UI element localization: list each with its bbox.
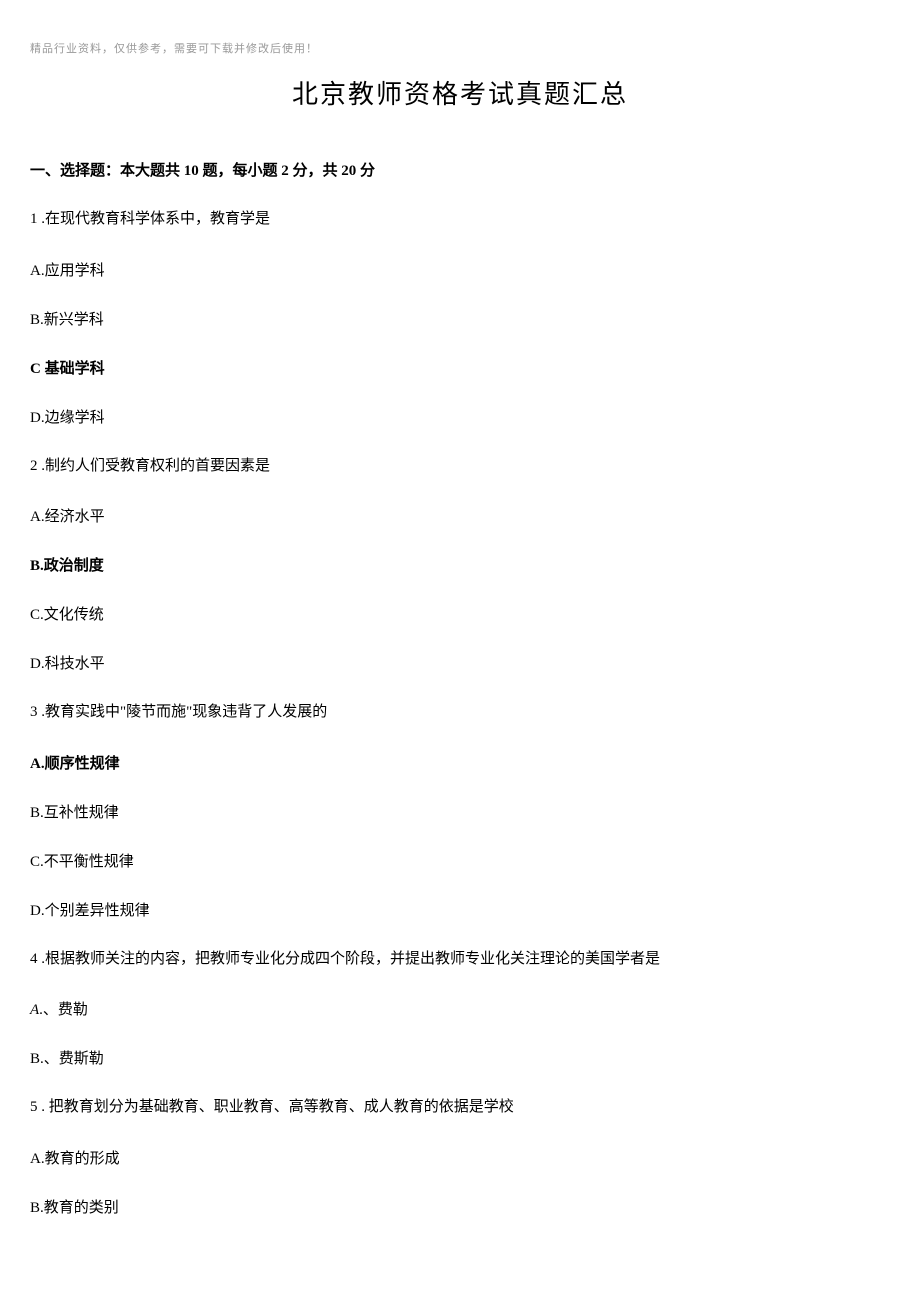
question-3-text: 3 .教育实践中"陵节而施"现象违背了人发展的 — [30, 701, 890, 724]
header-note: 精品行业资料，仅供参考，需要可下载并修改后使用！ — [30, 40, 890, 56]
question-4-option-a: A.、费勒 — [30, 998, 890, 1019]
question-3-option-b: B.互补性规律 — [30, 801, 890, 822]
question-1-text: 1 .在现代教育科学体系中，教育学是 — [30, 208, 890, 231]
question-1-option-a: A.应用学科 — [30, 259, 890, 280]
section-heading: 一、选择题：本大题共 10 题，每小题 2 分，共 20 分 — [30, 159, 890, 180]
question-4-option-a-suffix: .、费勒 — [39, 1002, 88, 1018]
question-5-option-b: B.教育的类别 — [30, 1196, 890, 1217]
question-4-option-a-prefix: A — [30, 1002, 39, 1018]
question-1-option-c: C 基础学科 — [30, 357, 890, 378]
question-3-option-d: D.个别差异性规律 — [30, 899, 890, 920]
page-title: 北京教师资格考试真题汇总 — [30, 74, 890, 111]
question-2-option-d: D.科技水平 — [30, 652, 890, 673]
question-1-option-d: D.边缘学科 — [30, 406, 890, 427]
question-2-option-b: B.政治制度 — [30, 554, 890, 575]
question-2-option-a: A.经济水平 — [30, 505, 890, 526]
question-5-text: 5 . 把教育划分为基础教育、职业教育、高等教育、成人教育的依据是学校 — [30, 1096, 890, 1119]
question-2-text: 2 .制约人们受教育权利的首要因素是 — [30, 455, 890, 478]
question-1-option-b: B.新兴学科 — [30, 308, 890, 329]
question-4-text: 4 .根据教师关注的内容，把教师专业化分成四个阶段，并提出教师专业化关注理论的美… — [30, 948, 890, 971]
question-5-option-a: A.教育的形成 — [30, 1147, 890, 1168]
question-3-option-a: A.顺序性规律 — [30, 752, 890, 773]
question-3-option-c: C.不平衡性规律 — [30, 850, 890, 871]
question-4-option-b: B.、费斯勒 — [30, 1047, 890, 1068]
question-2-option-c: C.文化传统 — [30, 603, 890, 624]
